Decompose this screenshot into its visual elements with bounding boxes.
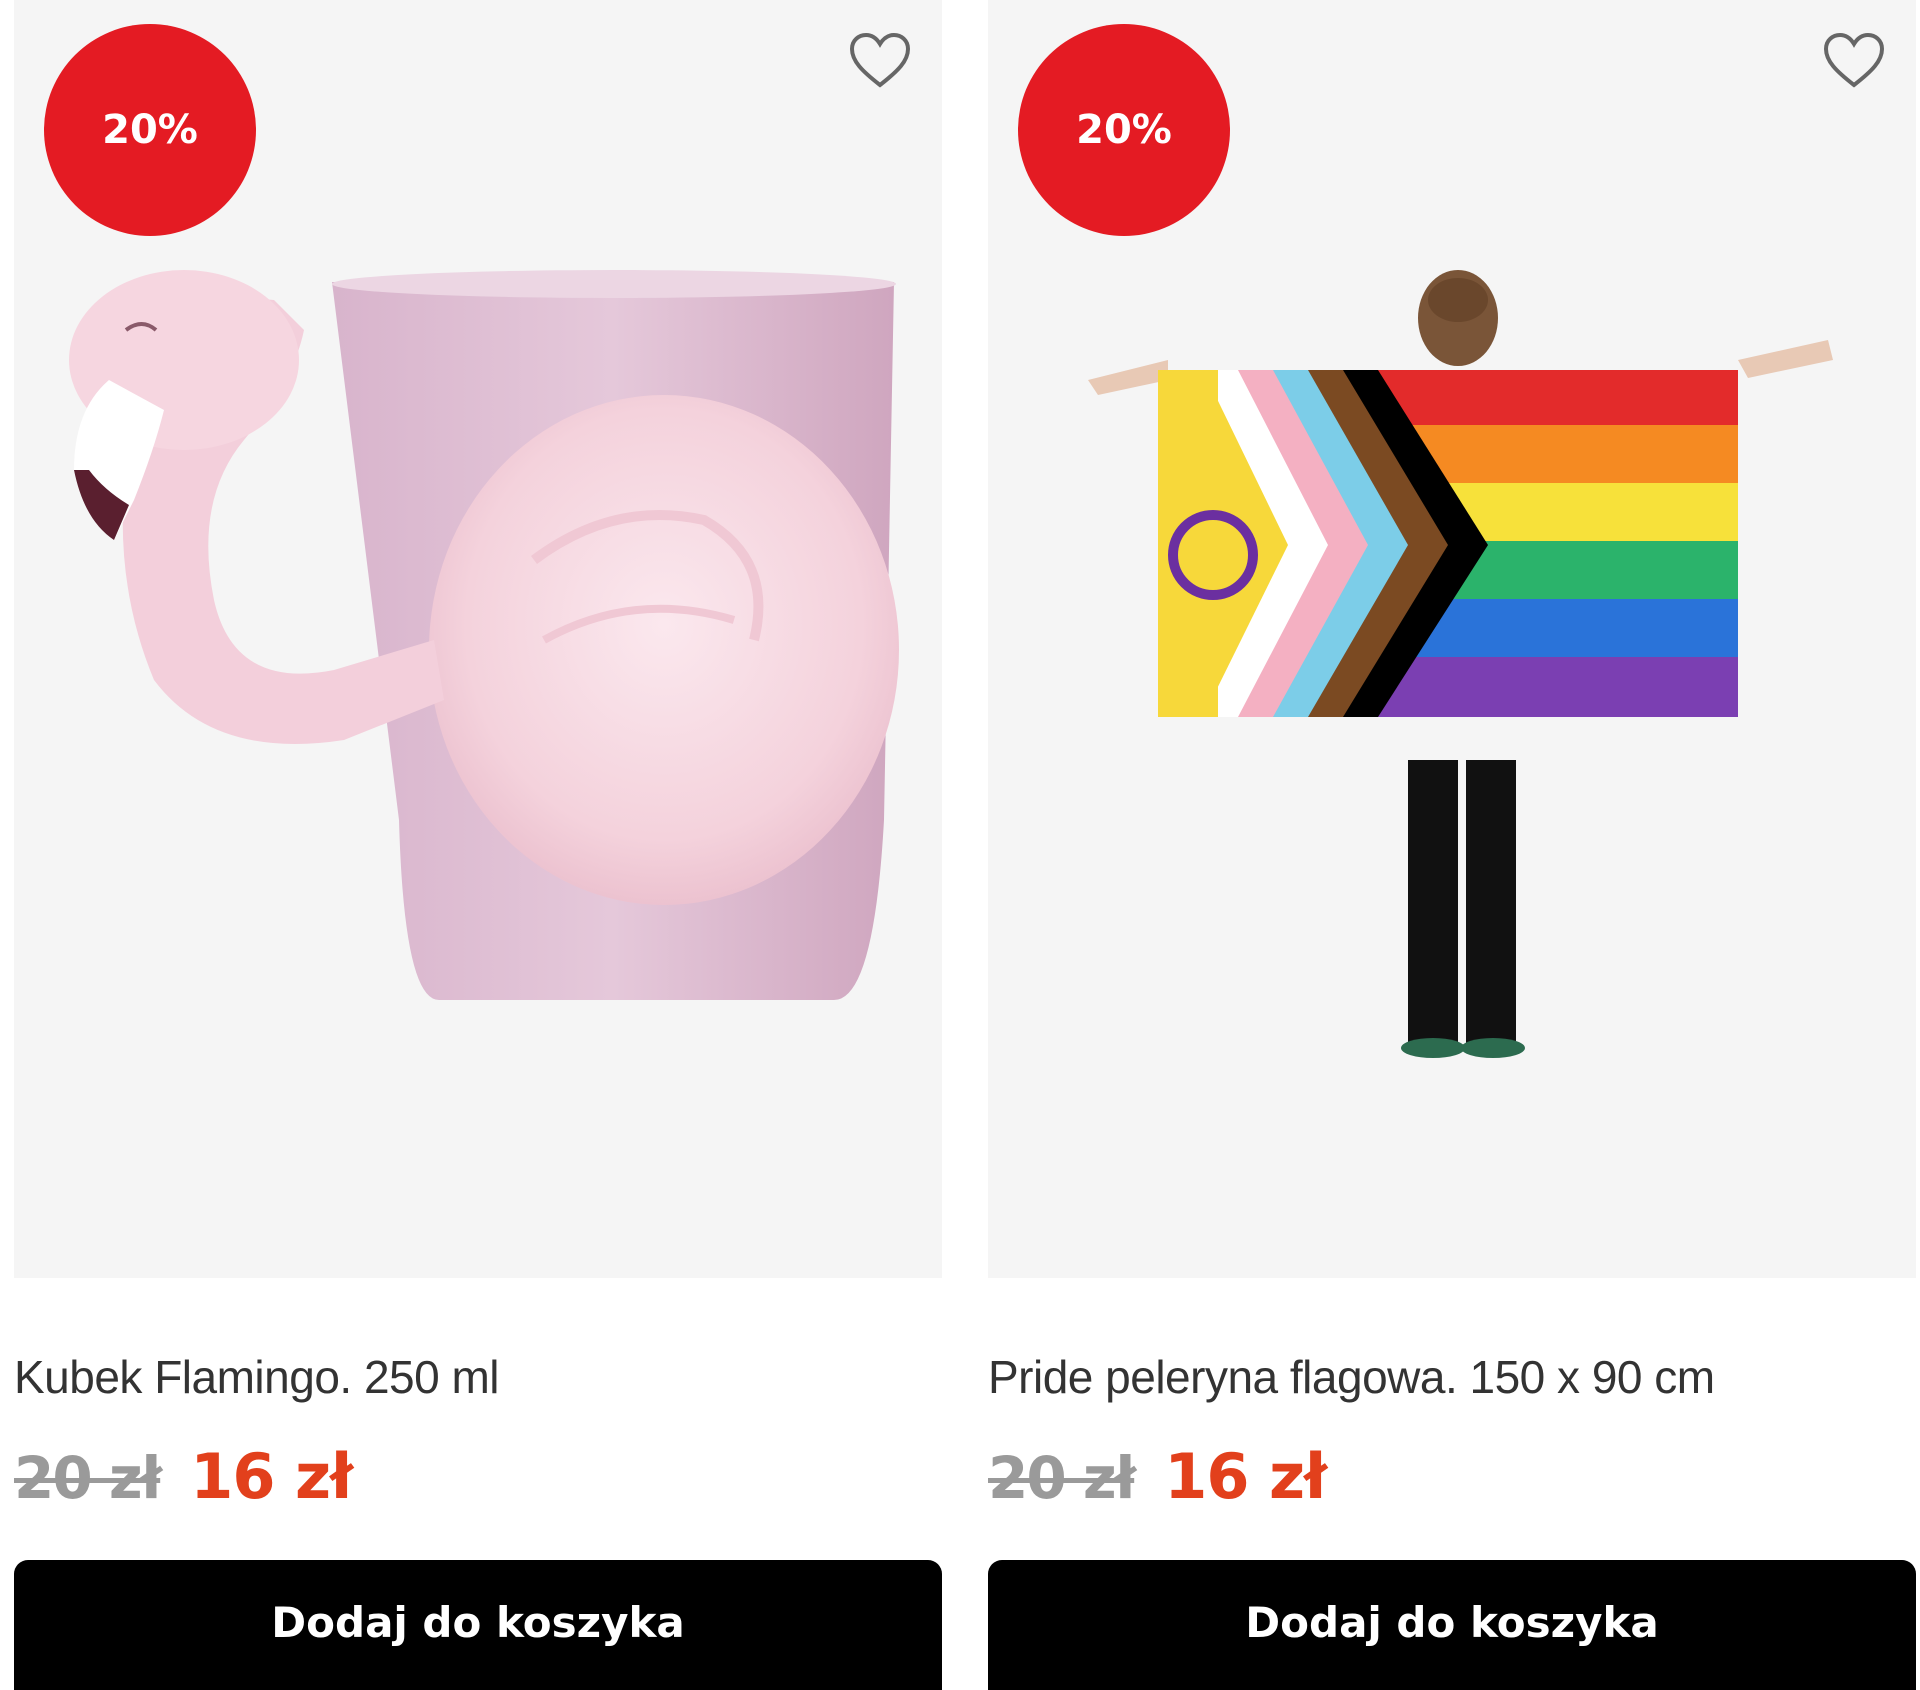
price-row: 20 zł 16 zł (988, 1440, 1327, 1520)
product-card[interactable]: 20% Pride peleryna flagowa. 150 x 90 cm … (988, 0, 1916, 1690)
heart-outline-icon (1823, 32, 1885, 88)
discount-badge: 20% (1018, 24, 1230, 236)
sale-price: 16 zł (190, 1440, 353, 1513)
price-row: 20 zł 16 zł (14, 1440, 353, 1520)
product-card[interactable]: 20% Kubek Flamingo. 250 ml 20 zł 16 zł D… (14, 0, 942, 1690)
heart-outline-icon (849, 32, 911, 88)
product-image-area[interactable]: 20% (988, 0, 1916, 1278)
product-title[interactable]: Pride peleryna flagowa. 150 x 90 cm (988, 1350, 1715, 1404)
sale-price: 16 zł (1164, 1440, 1327, 1513)
add-to-cart-button[interactable]: Dodaj do koszyka (988, 1560, 1916, 1690)
product-image-area[interactable]: 20% (14, 0, 942, 1278)
discount-badge: 20% (44, 24, 256, 236)
old-price: 20 zł (988, 1444, 1136, 1512)
favorite-button[interactable] (848, 30, 912, 90)
add-to-cart-button[interactable]: Dodaj do koszyka (14, 1560, 942, 1690)
product-title[interactable]: Kubek Flamingo. 250 ml (14, 1350, 500, 1404)
old-price: 20 zł (14, 1444, 162, 1512)
favorite-button[interactable] (1822, 30, 1886, 90)
